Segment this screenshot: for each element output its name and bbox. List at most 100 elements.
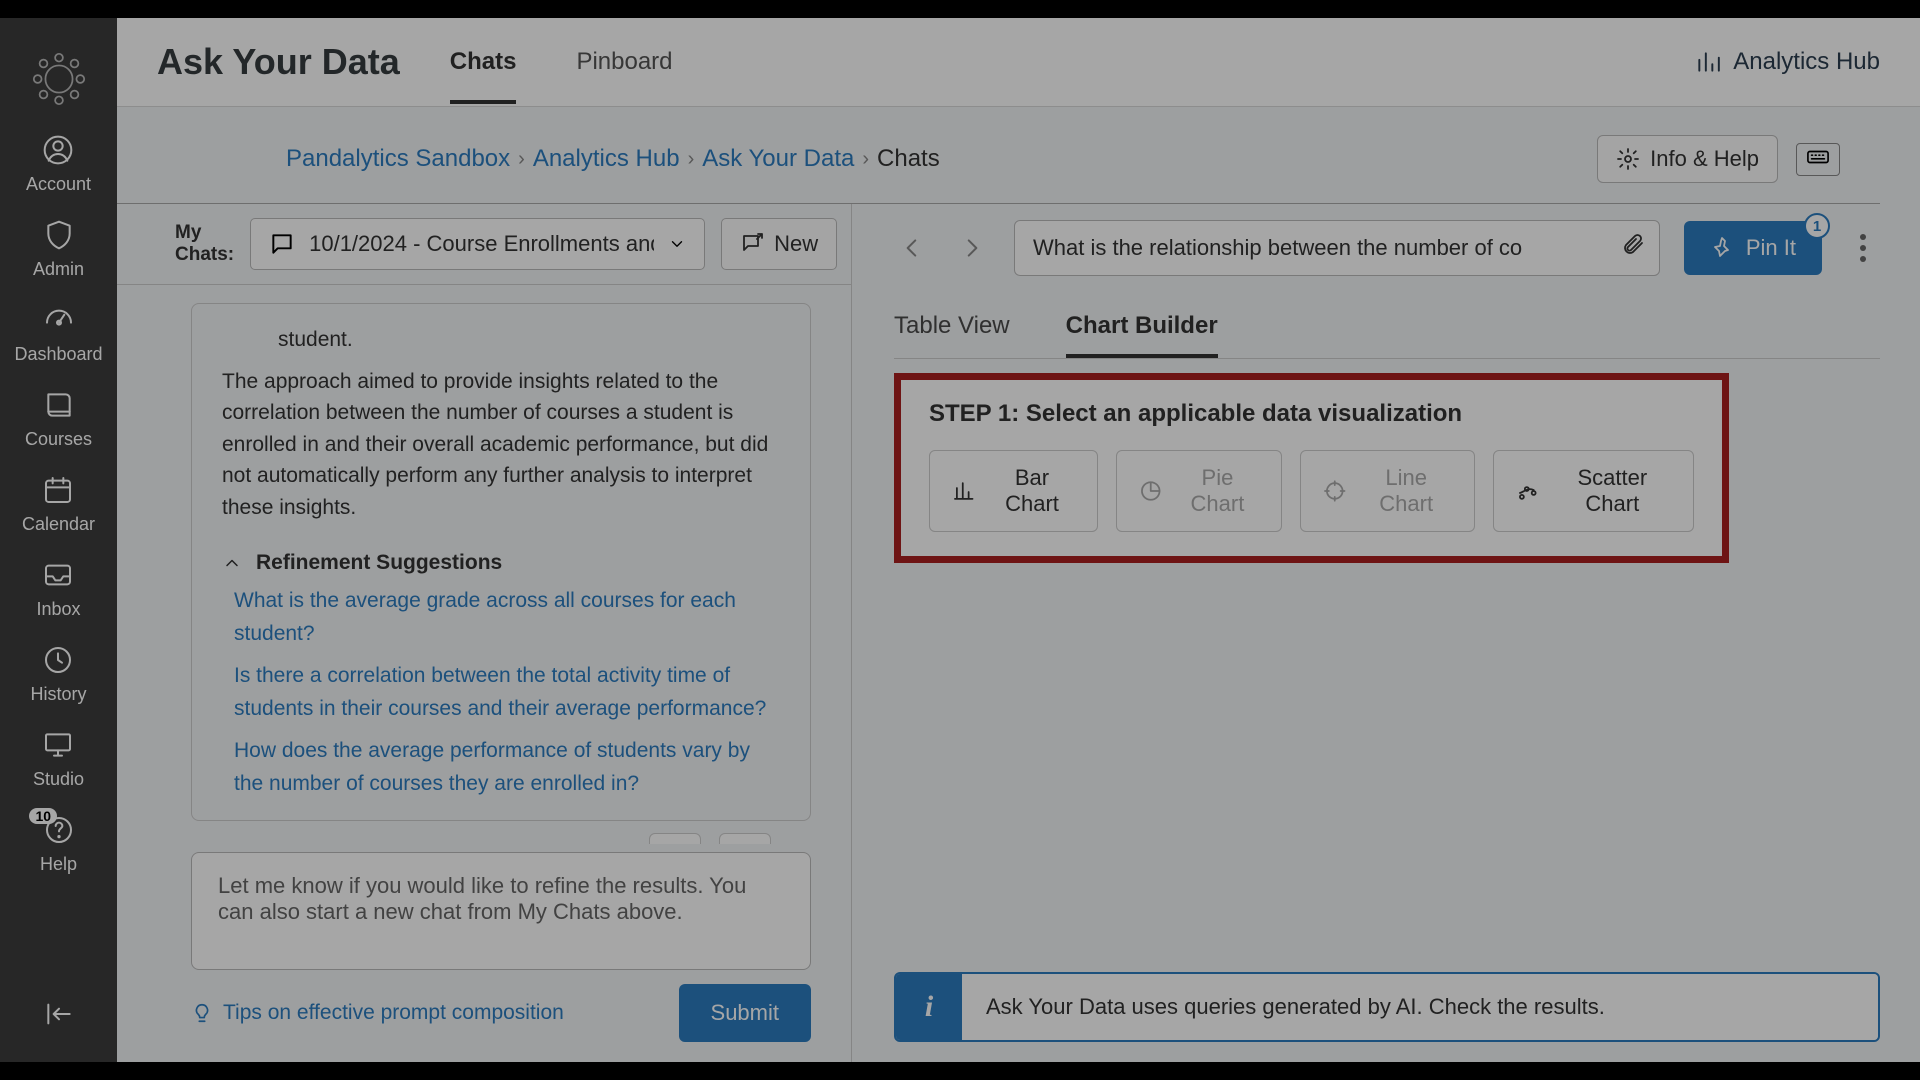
pin-button[interactable]: Pin It 1: [1684, 221, 1822, 275]
help-badge: 10: [29, 808, 57, 824]
response-body: The approach aimed to provide insights r…: [222, 366, 780, 524]
app-logo: [28, 48, 90, 110]
nav-inbox[interactable]: Inbox: [36, 557, 80, 620]
step1-title: STEP 1: Select an applicable data visual…: [929, 400, 1694, 428]
monitor-icon: [40, 727, 76, 763]
chevron-up-icon: [222, 553, 242, 573]
bar-chart-icon: [1695, 49, 1721, 75]
chart-option-bar[interactable]: Bar Chart: [929, 450, 1098, 532]
chat-toolbar: My Chats: 10/1/2024 - Course Enrollments…: [117, 204, 852, 285]
nav-label: History: [30, 684, 86, 705]
crumb-1[interactable]: Pandalytics Sandbox: [286, 145, 510, 173]
nav-label: Admin: [33, 259, 84, 280]
attachment-icon[interactable]: [1621, 233, 1645, 263]
ai-info-text: Ask Your Data uses queries generated by …: [962, 974, 1878, 1040]
calendar-icon: [40, 472, 76, 508]
shield-icon: [41, 217, 77, 253]
nav-admin[interactable]: Admin: [33, 217, 84, 280]
chevron-right-icon: ›: [862, 148, 869, 171]
nav-label: Dashboard: [14, 344, 102, 365]
gauge-icon: [41, 302, 77, 338]
pin-label: Pin It: [1746, 235, 1796, 261]
pie-chart-icon: [1139, 478, 1162, 504]
gear-icon: [1616, 147, 1640, 171]
prompt-input[interactable]: Let me know if you would like to refine …: [191, 852, 811, 970]
crumb-2[interactable]: Analytics Hub: [533, 145, 680, 173]
tab-pinboard[interactable]: Pinboard: [576, 20, 672, 104]
new-chat-button[interactable]: New: [721, 218, 837, 270]
tab-chats[interactable]: Chats: [450, 20, 517, 104]
keyboard-icon[interactable]: [1796, 143, 1840, 176]
chart-option-scatter[interactable]: Scatter Chart: [1493, 450, 1694, 532]
chart-option-label: Scatter Chart: [1554, 465, 1671, 517]
chart-option-label: Pie Chart: [1176, 465, 1259, 517]
nav-history[interactable]: History: [30, 642, 86, 705]
pin-icon: [1710, 236, 1734, 260]
nav-label: Courses: [25, 429, 92, 450]
prompt-placeholder: Let me know if you would like to refine …: [218, 873, 746, 924]
bar-chart-icon: [952, 478, 975, 504]
user-circle-icon: [40, 132, 76, 168]
selected-chat-name: 10/1/2024 - Course Enrollments and Stu: [309, 231, 654, 257]
nav-studio[interactable]: Studio: [33, 727, 84, 790]
tab-chart-builder[interactable]: Chart Builder: [1066, 312, 1218, 358]
question-text: What is the relationship between the num…: [1033, 235, 1522, 260]
suggestion-3[interactable]: How does the average performance of stud…: [234, 735, 780, 800]
crosshair-icon: [1323, 478, 1347, 504]
nav-courses[interactable]: Courses: [25, 387, 92, 450]
suggestion-2[interactable]: Is there a correlation between the total…: [234, 660, 780, 725]
tips-label: Tips on effective prompt composition: [223, 1001, 564, 1025]
result-toolbar: What is the relationship between the num…: [894, 220, 1880, 276]
info-help-button[interactable]: Info & Help: [1597, 135, 1778, 183]
collapse-nav-button[interactable]: [41, 996, 77, 1032]
clock-icon: [40, 642, 76, 678]
suggestion-1[interactable]: What is the average grade across all cou…: [234, 585, 780, 650]
chart-option-label: Line Chart: [1360, 465, 1452, 517]
ai-info-banner: i Ask Your Data uses queries generated b…: [894, 972, 1880, 1042]
analytics-hub-link[interactable]: Analytics Hub: [1695, 48, 1880, 76]
chart-option-line[interactable]: Line Chart: [1300, 450, 1475, 532]
nav-label: Studio: [33, 769, 84, 790]
message-icon: [269, 231, 295, 257]
main-nav: Account Admin Dashboard Courses Calendar…: [0, 18, 117, 1062]
crumb-3[interactable]: Ask Your Data: [702, 145, 854, 173]
pin-badge: 1: [1804, 213, 1830, 239]
chevron-down-icon: [668, 235, 686, 253]
question-input[interactable]: What is the relationship between the num…: [1014, 220, 1660, 276]
tab-table-view[interactable]: Table View: [894, 312, 1010, 358]
thumbs-up-button[interactable]: [649, 833, 701, 844]
refine-header[interactable]: Refinement Suggestions: [222, 551, 780, 575]
result-pane: What is the relationship between the num…: [852, 204, 1920, 1062]
nav-calendar[interactable]: Calendar: [22, 472, 95, 535]
chart-option-label: Bar Chart: [989, 465, 1074, 517]
chat-selector[interactable]: 10/1/2024 - Course Enrollments and Stu: [250, 218, 705, 270]
new-message-icon: [740, 232, 764, 256]
collapse-icon: [41, 996, 77, 1032]
info-help-label: Info & Help: [1650, 146, 1759, 172]
chat-scroll[interactable]: student. The approach aimed to provide i…: [117, 285, 851, 844]
inbox-icon: [40, 557, 76, 593]
chevron-right-icon: ›: [518, 148, 525, 171]
analytics-hub-label: Analytics Hub: [1733, 48, 1880, 76]
chart-option-pie[interactable]: Pie Chart: [1116, 450, 1282, 532]
nav-label: Inbox: [36, 599, 80, 620]
prev-question-button[interactable]: [894, 230, 930, 266]
crumb-4: Chats: [877, 145, 940, 173]
tips-link[interactable]: Tips on effective prompt composition: [191, 1001, 564, 1025]
new-label: New: [774, 231, 818, 257]
response-card: student. The approach aimed to provide i…: [191, 303, 811, 821]
scatter-icon: [1516, 478, 1540, 504]
nav-dashboard[interactable]: Dashboard: [14, 302, 102, 365]
info-icon: i: [896, 974, 962, 1040]
nav-account[interactable]: Account: [26, 132, 91, 195]
nav-help[interactable]: 10 Help: [40, 812, 77, 875]
app-header: Ask Your Data Chats Pinboard Analytics H…: [117, 18, 1920, 107]
lightbulb-icon: [191, 1002, 213, 1024]
more-options-button[interactable]: [1846, 225, 1880, 271]
next-question-button[interactable]: [954, 230, 990, 266]
feedback-row: How did I do?: [191, 821, 811, 844]
chevron-right-icon: ›: [688, 148, 695, 171]
thumbs-down-button[interactable]: [719, 833, 771, 844]
nav-label: Account: [26, 174, 91, 195]
submit-button[interactable]: Submit: [679, 984, 811, 1042]
